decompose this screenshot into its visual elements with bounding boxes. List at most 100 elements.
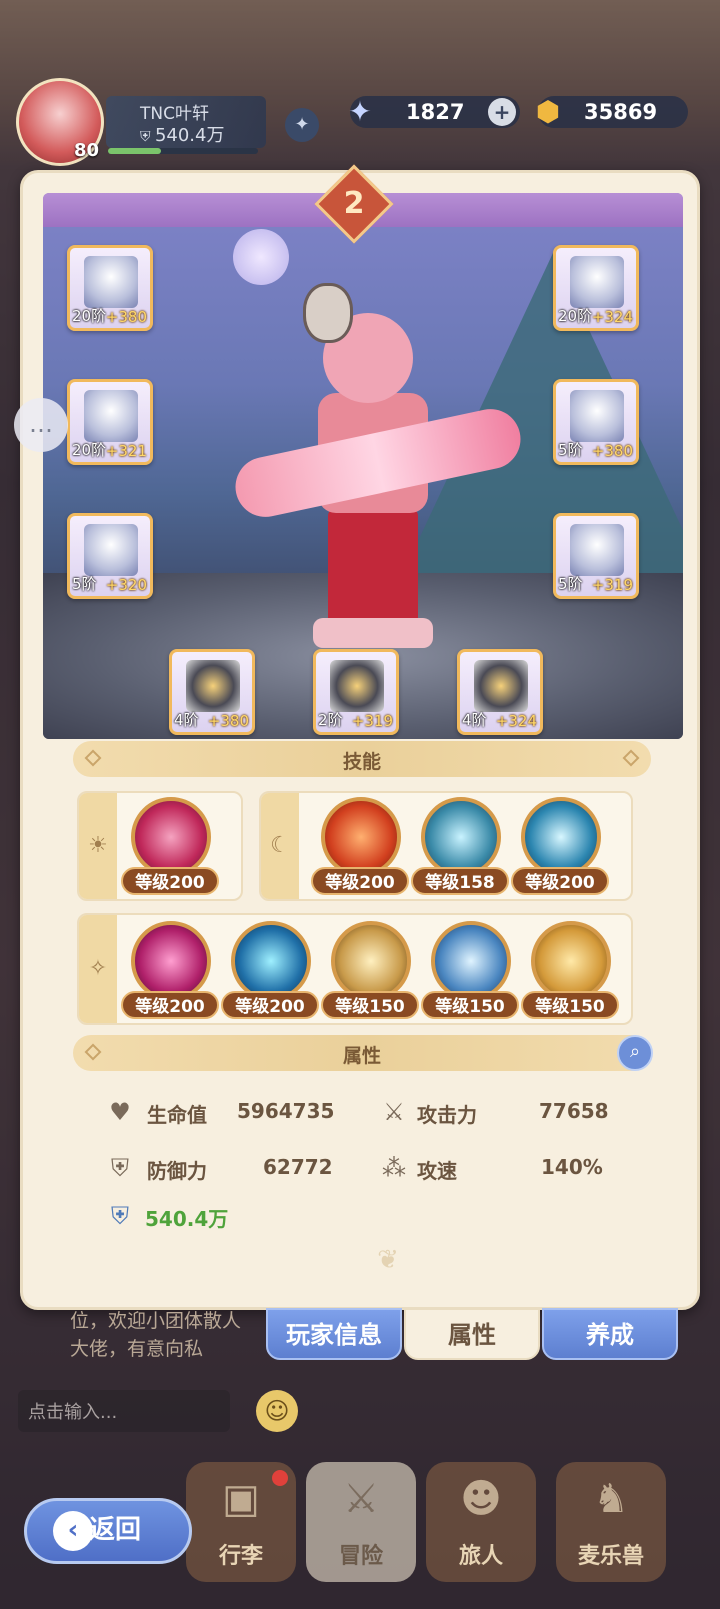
- equip-slot-helmet[interactable]: 20阶 +324: [553, 245, 639, 331]
- gold-amount: 35869: [584, 100, 658, 124]
- character-model[interactable]: [229, 283, 527, 683]
- skill-slot[interactable]: 等级200: [511, 795, 609, 899]
- player-power: 540.4万: [140, 121, 225, 147]
- add-star-button[interactable]: +: [488, 98, 516, 126]
- nav-traveler-label: 旅人: [458, 1544, 503, 1569]
- equip-enhance: +319: [351, 712, 393, 730]
- skill-slot[interactable]: 等级200: [311, 795, 409, 899]
- skill-slot[interactable]: 等级150: [421, 919, 519, 1023]
- hero-legs: [328, 508, 418, 628]
- target-skill-icon: [421, 797, 501, 877]
- skill-level: 等级200: [221, 991, 319, 1019]
- equip-enhance: +380: [591, 442, 633, 460]
- star-icon: ✧: [79, 915, 117, 1023]
- equip-enhance: +380: [105, 308, 147, 326]
- skill-group-moon: ☾ 等级200 等级158 等级200: [259, 791, 633, 901]
- equip-slot-pants[interactable]: 5阶 +320: [67, 513, 153, 599]
- attack-speed-value: 140%: [541, 1155, 603, 1179]
- skill-level: 等级150: [321, 991, 419, 1019]
- arrow-skill-icon: [131, 797, 211, 877]
- chat-input[interactable]: 点击输入...: [18, 1390, 230, 1432]
- piercing-arrow-skill-icon: [431, 921, 511, 1001]
- moon-icon: ☾: [261, 793, 299, 899]
- attack-speed-icon: ⁂: [382, 1154, 406, 1182]
- skill-slot[interactable]: 等级150: [321, 919, 419, 1023]
- back-arrow-icon: ‹: [53, 1511, 93, 1551]
- skills-section-header: 技能: [73, 741, 651, 777]
- crossed-swords-icon: ⚔: [343, 1476, 379, 1522]
- combat-power-value: 540.4万: [145, 1207, 229, 1231]
- nav-adventure[interactable]: ⚔ 冒险: [306, 1462, 416, 1582]
- equip-slot-gloves[interactable]: 5阶 +380: [553, 379, 639, 465]
- equip-tier: 5阶: [558, 575, 583, 593]
- equip-slot-necklace[interactable]: 2阶 +319: [313, 649, 399, 735]
- skill-level: 等级200: [121, 867, 219, 895]
- skill-slot[interactable]: 等级200: [121, 795, 219, 899]
- sun-icon: ☀: [79, 793, 117, 899]
- nav-luggage[interactable]: ▣ 行李: [186, 1462, 296, 1582]
- spirit-skill-icon: [231, 921, 311, 1001]
- skill-slot[interactable]: 等级200: [221, 919, 319, 1023]
- nav-traveler[interactable]: ☻ 旅人: [426, 1462, 536, 1582]
- equip-enhance: +324: [591, 308, 633, 326]
- emoji-button[interactable]: ☺: [256, 1390, 298, 1432]
- tab-attributes[interactable]: 属性: [404, 1308, 540, 1360]
- notification-dot: [272, 1470, 288, 1486]
- moon-decoration: [233, 229, 289, 285]
- equip-slot-amulet[interactable]: 4阶 +324: [457, 649, 543, 735]
- skill-slot[interactable]: 等级158: [411, 795, 509, 899]
- ring-icon: [186, 660, 240, 712]
- attack-label: 攻击力: [417, 1103, 477, 1127]
- attack-speed-label: 攻速: [417, 1159, 457, 1183]
- wolf-skill-icon: [531, 921, 611, 1001]
- equip-enhance: +324: [495, 712, 537, 730]
- equip-slot-boots[interactable]: 5阶 +319: [553, 513, 639, 599]
- chat-line-1: 位，欢迎小团体散人: [70, 1310, 242, 1332]
- equip-tier: 20阶: [72, 441, 107, 459]
- defense-value: 62772: [263, 1155, 333, 1179]
- star-currency: ✦ 1827 +: [348, 95, 520, 128]
- star-rank-number: 2: [343, 186, 365, 221]
- equip-slot-armor[interactable]: 20阶 +321: [67, 379, 153, 465]
- nav-beast[interactable]: ♞ 麦乐兽: [556, 1462, 666, 1582]
- star-amount: 1827: [406, 100, 465, 124]
- panel-ornament-icon: ❦: [377, 1245, 399, 1275]
- armor-icon: [84, 390, 138, 442]
- hp-label: 生命值: [147, 1103, 207, 1127]
- bow-icon: [84, 256, 138, 308]
- skill-level: 等级200: [121, 991, 219, 1019]
- equip-slot-weapon[interactable]: 20阶 +380: [67, 245, 153, 331]
- skill-group-sun: ☀ 等级200: [77, 791, 243, 901]
- tab-training[interactable]: 养成: [542, 1308, 678, 1360]
- attributes-title: 属性: [342, 1045, 381, 1067]
- equip-tier: 5阶: [72, 575, 97, 593]
- equip-enhance: +320: [105, 576, 147, 594]
- nav-beast-label: 麦乐兽: [577, 1544, 644, 1569]
- mode-icon[interactable]: ✦: [285, 108, 319, 142]
- attributes-section-header: 属性 ⌕: [73, 1035, 653, 1071]
- search-attributes-button[interactable]: ⌕: [617, 1035, 653, 1071]
- chat-bubble-button[interactable]: …: [14, 398, 68, 452]
- equip-tier: 2阶: [318, 711, 343, 729]
- tab-player-info[interactable]: 玩家信息: [266, 1308, 402, 1360]
- equip-enhance: +380: [207, 712, 249, 730]
- power-shield-icon: ⛨: [111, 1202, 129, 1230]
- skill-level: 等级200: [511, 867, 609, 895]
- arrow-rain-skill-icon: [521, 797, 601, 877]
- fire-skill-icon: [321, 797, 401, 877]
- nav-adventure-label: 冒险: [338, 1544, 383, 1569]
- attack-value: 77658: [539, 1099, 609, 1123]
- nav-luggage-label: 行李: [218, 1544, 263, 1569]
- gold-currency: ⬢ 35869: [536, 95, 688, 128]
- skill-level: 等级158: [411, 867, 509, 895]
- character-showcase: 20阶 +380 20阶 +324 20阶 +321 5阶 +380 5阶 +3…: [43, 193, 683, 739]
- back-button[interactable]: ‹ 返回: [24, 1498, 192, 1564]
- boots-icon: [570, 524, 624, 576]
- defense-label: 防御力: [147, 1159, 207, 1183]
- shield-icon: ⛨: [111, 1154, 129, 1182]
- gold-coin-icon: ⬢: [535, 95, 561, 128]
- equip-slot-ring[interactable]: 4阶 +380: [169, 649, 255, 735]
- skill-level: 等级150: [421, 991, 519, 1019]
- skill-slot[interactable]: 等级150: [521, 919, 619, 1023]
- skill-slot[interactable]: 等级200: [121, 919, 219, 1023]
